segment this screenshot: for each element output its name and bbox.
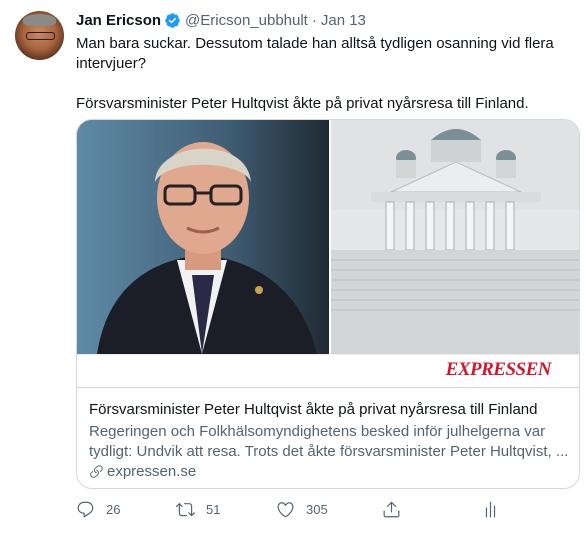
card-domain-text: expressen.se bbox=[107, 463, 197, 480]
header-separator: · bbox=[311, 12, 317, 29]
analytics-icon bbox=[485, 501, 496, 518]
retweet-button[interactable]: 51 bbox=[176, 500, 220, 519]
verified-icon bbox=[165, 13, 180, 28]
minister-photo bbox=[77, 120, 329, 354]
author-handle[interactable]: @Ericson_ubbhult bbox=[185, 12, 308, 29]
avatar-hair bbox=[23, 14, 56, 26]
card-image[interactable]: EXPRESSEN bbox=[77, 120, 579, 387]
avatar-glasses bbox=[26, 32, 55, 40]
author-name[interactable]: Jan Ericson bbox=[76, 12, 161, 29]
link-icon bbox=[90, 465, 103, 478]
tweet-text: Man bara suckar. Dessutom talade han all… bbox=[76, 34, 566, 114]
reply-count: 26 bbox=[106, 502, 121, 517]
card-logo-strip: EXPRESSEN bbox=[77, 354, 579, 387]
analytics-button[interactable] bbox=[481, 500, 500, 519]
like-count: 305 bbox=[306, 502, 328, 517]
retweet-icon bbox=[176, 503, 195, 517]
retweet-count: 51 bbox=[206, 502, 221, 517]
tweet-actions: 26 51 305 bbox=[66, 500, 566, 526]
share-button[interactable] bbox=[382, 500, 401, 519]
card-domain: expressen.se bbox=[89, 463, 196, 480]
reply-icon bbox=[77, 501, 94, 518]
card-description: Regeringen och Folkhälsomyndighetens bes… bbox=[89, 423, 569, 460]
tweet-text-line: Man bara suckar. Dessutom talade han all… bbox=[76, 35, 554, 72]
card-body[interactable]: Försvarsminister Peter Hultqvist åkte på… bbox=[77, 387, 579, 488]
tweet-text-line: Försvarsminister Peter Hultqvist åkte på… bbox=[76, 95, 529, 112]
tweet-header: Jan Ericson @Ericson_ubbhult · Jan 13 bbox=[76, 12, 366, 29]
share-icon bbox=[383, 501, 400, 518]
expressen-logo: EXPRESSEN bbox=[445, 359, 552, 380]
tweet-date[interactable]: Jan 13 bbox=[321, 12, 366, 29]
card-title: Försvarsminister Peter Hultqvist åkte på… bbox=[89, 401, 538, 418]
like-button[interactable]: 305 bbox=[276, 500, 328, 519]
link-card[interactable]: EXPRESSEN Försvarsminister Peter Hultqvi… bbox=[76, 119, 580, 489]
reply-button[interactable]: 26 bbox=[76, 500, 120, 519]
like-icon bbox=[277, 502, 294, 518]
avatar[interactable] bbox=[15, 11, 64, 60]
cathedral-photo bbox=[331, 120, 579, 354]
